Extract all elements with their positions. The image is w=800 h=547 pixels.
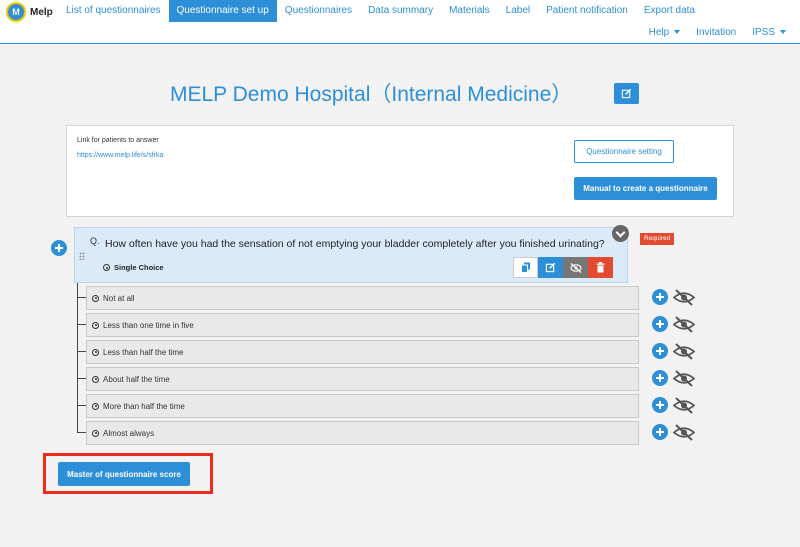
plus-circle-icon xyxy=(652,397,668,413)
radio-icon xyxy=(92,429,99,437)
eye-slash-icon xyxy=(569,262,582,273)
hide-question-button[interactable] xyxy=(563,257,588,278)
add-option-button[interactable] xyxy=(652,289,668,305)
hide-option-eye-slash-icon[interactable] xyxy=(673,343,695,360)
ipss-menu[interactable]: IPSS xyxy=(744,24,794,42)
plus-circle-icon xyxy=(652,370,668,386)
nav-data-summary[interactable]: Data summary xyxy=(360,0,441,22)
patient-link-panel: Link for patients to answer https://www.… xyxy=(66,125,734,217)
option-tree-line xyxy=(77,283,78,433)
tree-branch xyxy=(78,432,86,433)
tree-branch xyxy=(78,378,86,379)
chevron-down-icon xyxy=(674,30,681,35)
nav-questionnaire-set-up[interactable]: Questionnaire set up xyxy=(168,0,277,22)
secondary-nav: Help Invitation IPSS xyxy=(641,24,794,42)
help-menu[interactable]: Help xyxy=(641,24,689,42)
patient-link-label: Link for patients to answer xyxy=(77,137,159,144)
add-option-button[interactable] xyxy=(652,316,668,332)
invitation-link[interactable]: Invitation xyxy=(688,24,744,42)
option-box[interactable]: Not at all xyxy=(86,286,639,310)
tree-branch xyxy=(78,405,86,406)
drag-handle-icon[interactable] xyxy=(79,252,85,260)
hide-option-eye-slash-icon[interactable] xyxy=(673,424,695,441)
radio-icon xyxy=(92,375,99,383)
top-navigation-bar: M Melp List of questionnaires Questionna… xyxy=(0,0,800,44)
question-type-label: Single Choice xyxy=(114,263,164,272)
option-label: Not at all xyxy=(103,293,135,303)
option-box[interactable]: More than half the time xyxy=(86,394,639,418)
hide-option-eye-slash-icon[interactable] xyxy=(673,289,695,306)
copy-icon xyxy=(520,262,530,273)
ipss-label: IPSS xyxy=(752,27,775,38)
question-type: Single Choice xyxy=(103,263,164,272)
add-option-button[interactable] xyxy=(652,424,668,440)
option-box[interactable]: Less than one time in five xyxy=(86,313,639,337)
app-logo[interactable]: M Melp xyxy=(6,2,53,22)
main-nav: List of questionnaires Questionnaire set… xyxy=(58,0,703,22)
question-actions xyxy=(513,257,613,278)
nav-materials[interactable]: Materials xyxy=(441,0,498,22)
add-option-button[interactable] xyxy=(652,343,668,359)
page-title: MELP Demo Hospital（Internal Medicine） xyxy=(170,83,573,106)
collapse-chevron-icon[interactable] xyxy=(612,225,629,242)
plus-circle-icon xyxy=(652,289,668,305)
plus-circle-icon xyxy=(652,316,668,332)
chevron-down-icon xyxy=(780,30,786,35)
add-option-button[interactable] xyxy=(652,397,668,413)
patient-link-url[interactable]: https://www.melp.life/s/sfrka xyxy=(77,152,163,159)
question-prefix: Q. xyxy=(90,236,100,246)
plus-circle-icon xyxy=(652,424,668,440)
trash-icon xyxy=(596,262,605,273)
plus-circle-icon xyxy=(51,240,67,256)
option-label: Less than half the time xyxy=(103,347,184,357)
add-option-button[interactable] xyxy=(652,370,668,386)
radio-icon xyxy=(92,321,99,329)
hide-option-eye-slash-icon[interactable] xyxy=(673,397,695,414)
help-label: Help xyxy=(648,27,670,38)
hide-option-eye-slash-icon[interactable] xyxy=(673,370,695,387)
radio-icon xyxy=(92,294,99,302)
nav-label[interactable]: Label xyxy=(498,0,538,22)
option-label: Less than one time in five xyxy=(103,320,194,330)
option-box[interactable]: Almost always xyxy=(86,421,639,445)
app-name: Melp xyxy=(30,6,53,18)
option-label: More than half the time xyxy=(103,401,185,411)
question-text: How often have you had the sensation of … xyxy=(105,238,605,250)
edit-question-button[interactable] xyxy=(538,257,563,278)
tree-branch xyxy=(78,297,86,298)
option-box[interactable]: About half the time xyxy=(86,367,639,391)
tree-branch xyxy=(78,351,86,352)
radio-icon xyxy=(92,348,99,356)
hide-option-eye-slash-icon[interactable] xyxy=(673,316,695,333)
required-badge: Required xyxy=(640,233,675,245)
add-question-button[interactable] xyxy=(51,240,67,256)
option-label: About half the time xyxy=(103,374,170,384)
tree-branch xyxy=(78,324,86,325)
delete-question-button[interactable] xyxy=(588,257,613,278)
master-questionnaire-score-button[interactable]: Master of questionnaire score xyxy=(58,462,190,486)
radio-icon xyxy=(92,402,99,410)
radio-icon xyxy=(103,264,110,271)
plus-circle-icon xyxy=(652,343,668,359)
option-label: Almost always xyxy=(103,428,155,438)
nav-export-data[interactable]: Export data xyxy=(636,0,703,22)
nav-patient-notification[interactable]: Patient notification xyxy=(538,0,636,22)
copy-question-button[interactable] xyxy=(513,257,538,278)
edit-icon xyxy=(545,262,556,273)
edit-icon xyxy=(621,88,632,99)
melp-logo-icon: M xyxy=(6,2,26,22)
edit-title-button[interactable] xyxy=(614,83,639,104)
question-card[interactable]: Q. How often have you had the sensation … xyxy=(74,225,629,283)
option-box[interactable]: Less than half the time xyxy=(86,340,639,364)
manual-create-questionnaire-button[interactable]: Manual to create a questionnaire xyxy=(574,177,717,200)
questionnaire-setting-button[interactable]: Questionnaire setting xyxy=(574,140,674,163)
nav-list-of-questionnaires[interactable]: List of questionnaires xyxy=(58,0,169,22)
nav-questionnaires[interactable]: Questionnaires xyxy=(277,0,360,22)
